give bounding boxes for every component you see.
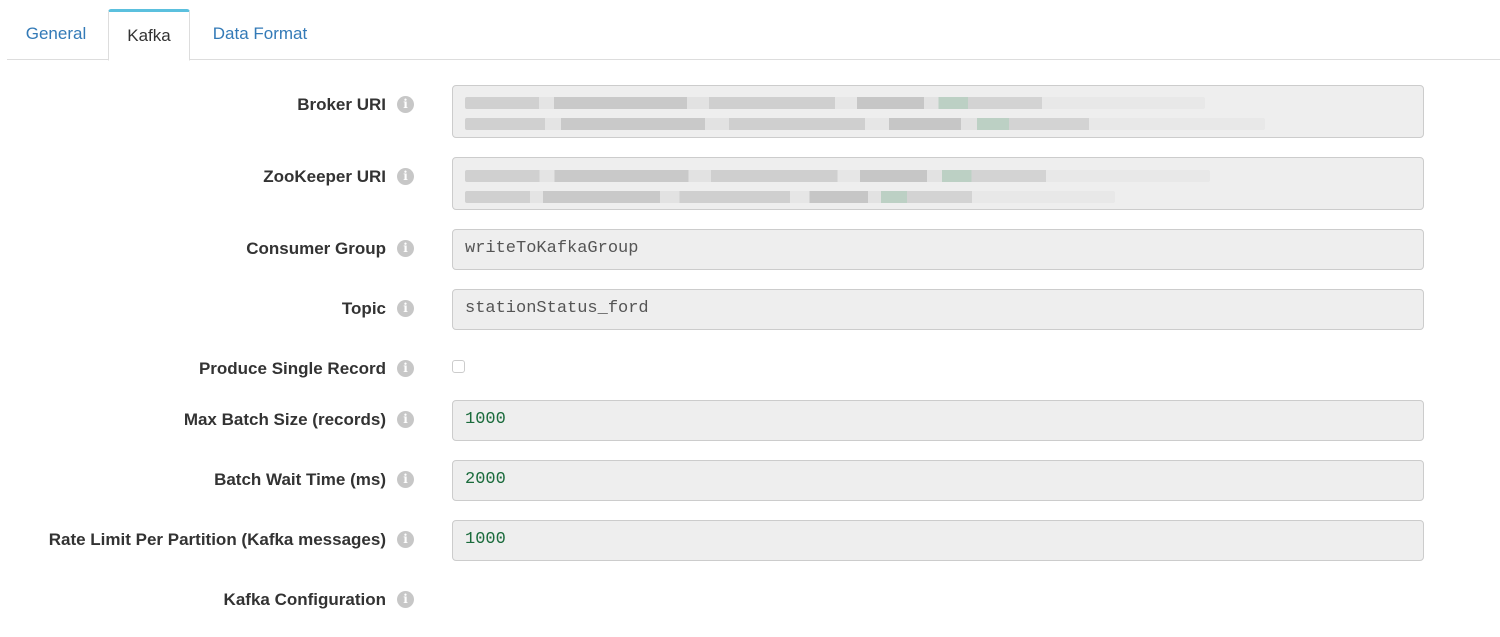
tab-general[interactable]: General xyxy=(7,9,105,60)
redacted-text xyxy=(465,191,1115,203)
broker-uri-field[interactable] xyxy=(452,85,1424,138)
rate-limit-input[interactable]: 1000 xyxy=(452,520,1424,561)
consumer-group-input[interactable]: writeToKafkaGroup xyxy=(452,229,1424,270)
info-icon[interactable]: i xyxy=(397,168,414,185)
consumer-group-label: Consumer Group xyxy=(246,239,386,258)
broker-uri-label: Broker URI xyxy=(297,95,386,114)
topic-label: Topic xyxy=(341,299,386,318)
max-batch-size-input[interactable]: 1000 xyxy=(452,400,1424,441)
produce-single-record-checkbox[interactable] xyxy=(452,360,465,373)
zookeeper-uri-field[interactable] xyxy=(452,157,1424,210)
info-icon[interactable]: i xyxy=(397,96,414,113)
info-icon[interactable]: i xyxy=(397,411,414,428)
redacted-text xyxy=(465,97,1205,109)
tab-kafka[interactable]: Kafka xyxy=(108,9,190,61)
topic-input[interactable]: stationStatus_ford xyxy=(452,289,1424,330)
info-icon[interactable]: i xyxy=(397,471,414,488)
info-icon[interactable]: i xyxy=(397,240,414,257)
info-icon[interactable]: i xyxy=(397,591,414,608)
max-batch-size-label: Max Batch Size (records) xyxy=(183,410,386,429)
produce-single-record-label: Produce Single Record xyxy=(198,359,386,378)
tab-data-format[interactable]: Data Format xyxy=(197,9,323,60)
batch-wait-time-input[interactable]: 2000 xyxy=(452,460,1424,501)
info-icon[interactable]: i xyxy=(397,360,414,377)
redacted-text xyxy=(465,170,1210,182)
zookeeper-uri-label: ZooKeeper URI xyxy=(263,167,386,186)
kafka-configuration-label: Kafka Configuration xyxy=(223,590,386,609)
info-icon[interactable]: i xyxy=(397,300,414,317)
tab-bar: General Kafka Data Format xyxy=(7,9,1500,61)
redacted-text xyxy=(465,118,1265,130)
batch-wait-time-label: Batch Wait Time (ms) xyxy=(214,470,386,489)
info-icon[interactable]: i xyxy=(397,531,414,548)
rate-limit-label: Rate Limit Per Partition (Kafka messages… xyxy=(48,530,386,549)
